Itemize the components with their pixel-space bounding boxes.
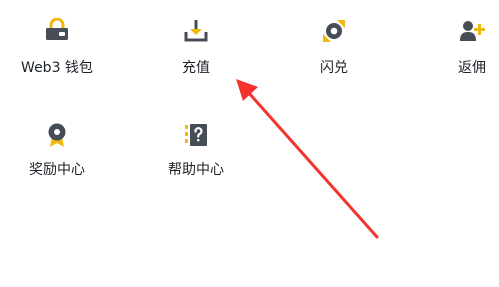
menu-item-deposit[interactable]: 充值 [141,0,251,76]
menu-item-label: 闪兑 [320,60,348,76]
add-user-icon [459,18,485,44]
help-icon [183,122,209,148]
reward-badge-icon [44,122,70,148]
menu-item-label: 奖励中心 [29,162,85,178]
download-icon [183,18,209,44]
menu-item-web3-wallet[interactable]: Web3 钱包 [2,0,112,76]
menu-item-help-center[interactable]: 帮助中心 [141,103,251,178]
menu-item-rewards-center[interactable]: 奖励中心 [2,103,112,178]
menu-item-referral[interactable]: 返佣 [417,0,499,76]
menu-item-label: 充值 [182,60,210,76]
menu-item-label: Web3 钱包 [21,60,93,76]
menu-item-label: 返佣 [458,60,486,76]
menu-item-label: 帮助中心 [168,162,224,178]
menu-item-convert[interactable]: 闪兑 [279,0,389,76]
wallet-icon [44,17,70,44]
convert-icon [321,18,347,44]
